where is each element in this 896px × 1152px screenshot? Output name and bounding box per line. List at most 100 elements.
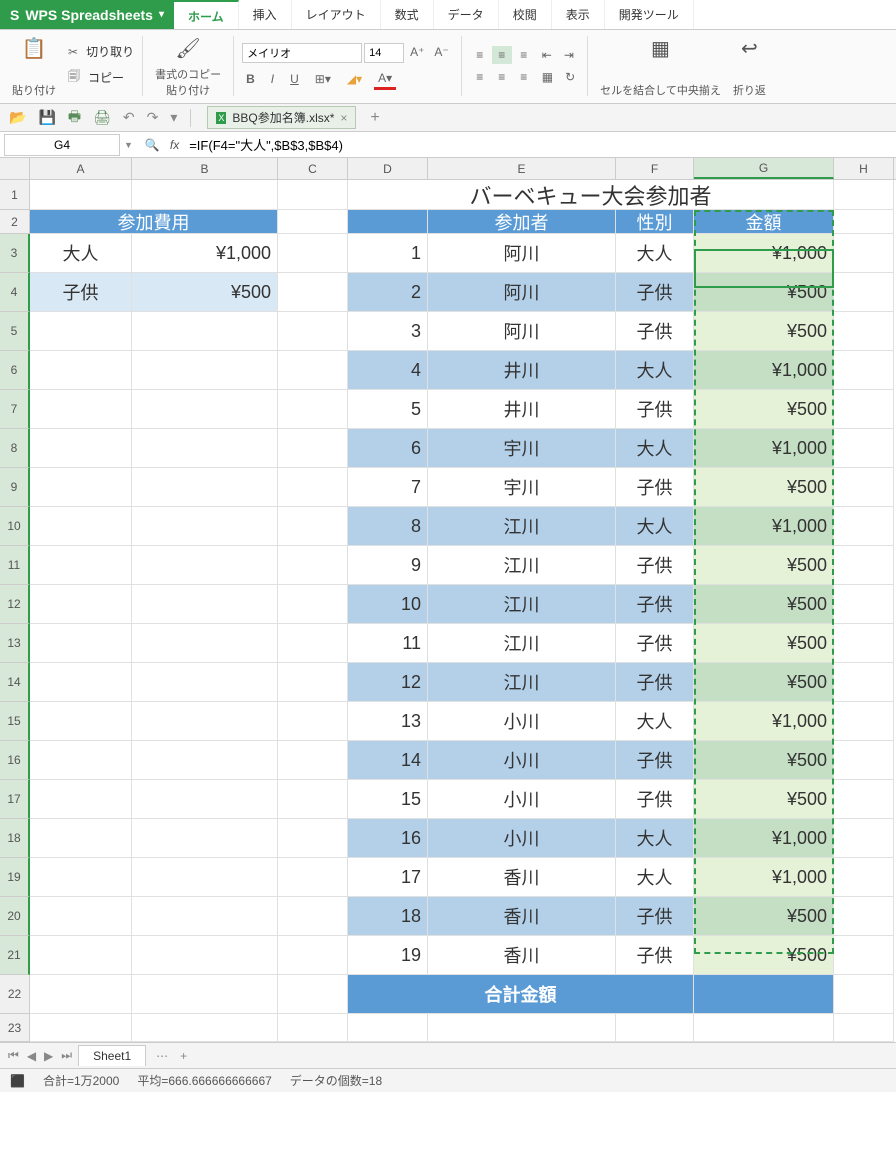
border-button[interactable]: ⊞▾ (311, 70, 335, 88)
cell[interactable] (132, 624, 278, 663)
redo-icon[interactable]: ↷ (144, 107, 162, 128)
cell[interactable] (834, 819, 894, 858)
cell[interactable] (834, 975, 894, 1014)
cell[interactable]: 江川 (428, 507, 616, 546)
cell[interactable] (348, 210, 428, 234)
row-header[interactable]: 12 (0, 585, 30, 624)
total-label[interactable]: 合計金額 (348, 975, 694, 1014)
cell[interactable]: 江川 (428, 585, 616, 624)
app-dropdown-icon[interactable]: ▾ (159, 9, 164, 20)
cell[interactable]: 小川 (428, 780, 616, 819)
col-header[interactable]: E (428, 158, 616, 179)
cell[interactable]: 大人 (616, 702, 694, 741)
cell[interactable] (694, 1014, 834, 1042)
cell[interactable] (132, 351, 278, 390)
cell[interactable] (834, 936, 894, 975)
app-title[interactable]: S WPS Spreadsheets ▾ (0, 0, 174, 29)
sheet-add-icon[interactable]: + (178, 1049, 189, 1063)
row-header[interactable]: 19 (0, 858, 30, 897)
sheet-nav-first-icon[interactable]: ⏮ (6, 1048, 21, 1063)
cell[interactable] (30, 1014, 132, 1042)
underline-button[interactable]: U (286, 70, 303, 88)
merge-icon[interactable]: ▦ (538, 68, 557, 86)
cell[interactable]: 子供 (616, 897, 694, 936)
row-header[interactable]: 4 (0, 273, 30, 312)
cell[interactable] (30, 429, 132, 468)
cell[interactable]: 香川 (428, 858, 616, 897)
menu-tab[interactable]: 挿入 (239, 0, 292, 29)
cell[interactable] (30, 819, 132, 858)
cell[interactable]: 子供 (616, 273, 694, 312)
cell[interactable] (834, 507, 894, 546)
cell[interactable] (30, 351, 132, 390)
row-header[interactable]: 10 (0, 507, 30, 546)
cell[interactable]: 江川 (428, 624, 616, 663)
select-all-corner[interactable] (0, 158, 30, 179)
cell[interactable] (278, 1014, 348, 1042)
cell[interactable] (278, 180, 348, 210)
cell[interactable]: ¥1,000 (694, 819, 834, 858)
cell[interactable]: 2 (348, 273, 428, 312)
fill-color-button[interactable]: ◢▾ (343, 70, 366, 88)
cell[interactable]: 12 (348, 663, 428, 702)
column-headers[interactable]: A B C D E F G H (0, 158, 896, 180)
italic-button[interactable]: I (267, 70, 278, 88)
col-header[interactable]: C (278, 158, 348, 179)
cell[interactable] (30, 390, 132, 429)
cell[interactable] (834, 663, 894, 702)
row-header[interactable]: 22 (0, 975, 30, 1014)
cell[interactable]: 小川 (428, 741, 616, 780)
cell[interactable]: ¥500 (694, 780, 834, 819)
cell[interactable] (834, 624, 894, 663)
row-header[interactable]: 20 (0, 897, 30, 936)
cell[interactable]: 18 (348, 897, 428, 936)
sheet-nav-prev-icon[interactable]: ◀ (25, 1049, 38, 1063)
align-bottom-icon[interactable]: ≡ (514, 46, 534, 64)
cell[interactable] (132, 1014, 278, 1042)
cell[interactable]: ¥1,000 (694, 429, 834, 468)
cell[interactable] (278, 210, 348, 234)
cell[interactable] (278, 234, 348, 273)
cell[interactable] (132, 936, 278, 975)
cell[interactable]: 7 (348, 468, 428, 507)
merge-center-group[interactable]: ▦ セルを結合して中央揃え (596, 36, 725, 98)
row-header[interactable]: 11 (0, 546, 30, 585)
cell[interactable]: 香川 (428, 897, 616, 936)
cell[interactable]: 大人 (616, 507, 694, 546)
row-header[interactable]: 18 (0, 819, 30, 858)
cell[interactable]: 子供 (616, 780, 694, 819)
cell[interactable] (132, 663, 278, 702)
cell[interactable] (278, 468, 348, 507)
cell[interactable]: 15 (348, 780, 428, 819)
cell[interactable]: ¥500 (694, 897, 834, 936)
format-painter-group[interactable]: 🖌 書式のコピー 貼り付け (151, 36, 225, 98)
cell[interactable] (278, 429, 348, 468)
row-header[interactable]: 21 (0, 936, 30, 975)
col-header[interactable]: B (132, 158, 278, 179)
col-header[interactable]: F (616, 158, 694, 179)
indent-inc-icon[interactable]: ⇥ (560, 46, 578, 64)
cell[interactable] (834, 390, 894, 429)
cell[interactable]: 子供 (616, 624, 694, 663)
row-header[interactable]: 6 (0, 351, 30, 390)
cell[interactable]: 子供 (616, 936, 694, 975)
menu-tab[interactable]: ホーム (174, 0, 239, 29)
amount-header[interactable]: 金額 (694, 210, 834, 234)
name-box[interactable] (4, 134, 120, 156)
row-header[interactable]: 15 (0, 702, 30, 741)
cell[interactable] (834, 1014, 894, 1042)
participant-header[interactable]: 参加者 (428, 210, 616, 234)
cell[interactable] (834, 858, 894, 897)
cell[interactable]: 4 (348, 351, 428, 390)
cell[interactable] (30, 585, 132, 624)
cell[interactable]: 子供 (616, 468, 694, 507)
cell[interactable] (30, 624, 132, 663)
cell[interactable]: 宇川 (428, 429, 616, 468)
cell[interactable]: 香川 (428, 936, 616, 975)
cell[interactable] (278, 702, 348, 741)
sheet-nav-last-icon[interactable]: ⏭ (59, 1048, 74, 1063)
cell[interactable]: 小川 (428, 702, 616, 741)
cell[interactable] (428, 1014, 616, 1042)
cell[interactable]: ¥500 (694, 663, 834, 702)
sheet-tab[interactable]: Sheet1 (78, 1045, 146, 1066)
